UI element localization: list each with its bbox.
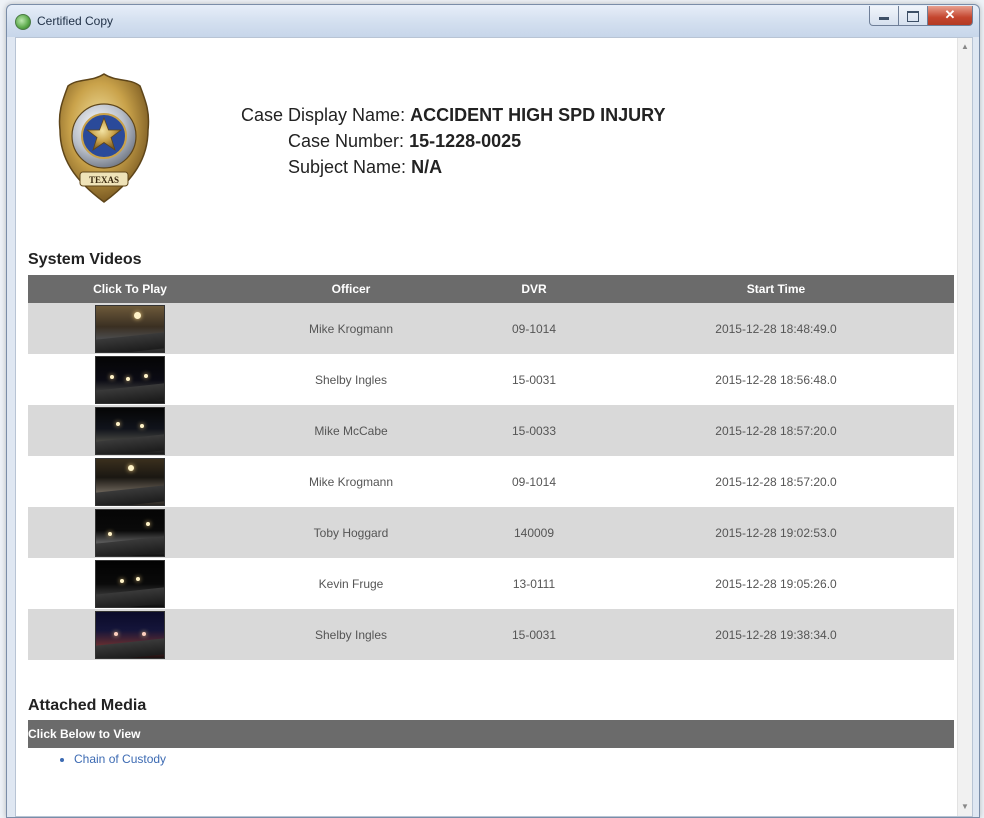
dvr-cell: 09-1014 (470, 456, 598, 507)
case-display-name-value: ACCIDENT HIGH SPD INJURY (410, 105, 666, 125)
document-content: TEXAS Case Display Name: ACCIDENT HIGH S… (15, 37, 973, 817)
table-row: Mike McCabe 15-0033 2015-12-28 18:57:20.… (28, 405, 954, 456)
maximize-button[interactable] (899, 6, 928, 26)
video-thumbnail-cell[interactable] (28, 405, 232, 456)
dvr-cell: 09-1014 (470, 303, 598, 354)
vertical-scrollbar[interactable]: ▲ ▼ (957, 38, 972, 816)
table-row: Kevin Fruge 13-0111 2015-12-28 19:05:26.… (28, 558, 954, 609)
dvr-cell: 13-0111 (470, 558, 598, 609)
list-item: Chain of Custody (74, 752, 166, 766)
table-row: Toby Hoggard 140009 2015-12-28 19:02:53.… (28, 507, 954, 558)
start-time-cell: 2015-12-28 19:38:34.0 (598, 609, 954, 660)
video-thumbnail[interactable] (95, 355, 165, 404)
column-header-officer: Officer (232, 275, 470, 303)
video-thumbnail-cell[interactable] (28, 507, 232, 558)
officer-cell: Shelby Ingles (232, 354, 470, 405)
officer-cell: Kevin Fruge (232, 558, 470, 609)
dvr-cell: 15-0031 (470, 609, 598, 660)
column-header-start-time: Start Time (598, 275, 954, 303)
video-thumbnail[interactable] (95, 304, 165, 353)
certified-copy-window: Certified Copy ✕ TEXAS Case Display Name… (6, 4, 980, 818)
close-button[interactable] (928, 6, 973, 26)
title-bar[interactable]: Certified Copy (7, 5, 979, 37)
start-time-cell: 2015-12-28 18:56:48.0 (598, 354, 954, 405)
start-time-cell: 2015-12-28 19:05:26.0 (598, 558, 954, 609)
video-thumbnail-cell[interactable] (28, 609, 232, 660)
video-thumbnail-cell[interactable] (28, 558, 232, 609)
start-time-cell: 2015-12-28 18:57:20.0 (598, 405, 954, 456)
dvr-cell: 140009 (470, 507, 598, 558)
column-header-dvr: DVR (470, 275, 598, 303)
video-thumbnail[interactable] (95, 406, 165, 455)
start-time-cell: 2015-12-28 19:02:53.0 (598, 507, 954, 558)
window-title: Certified Copy (37, 14, 114, 28)
case-info: Case Display Name: ACCIDENT HIGH SPD INJ… (236, 102, 665, 180)
case-number-value: 15-1228-0025 (409, 131, 522, 151)
dvr-cell: 15-0033 (470, 405, 598, 456)
video-thumbnail[interactable] (95, 508, 165, 557)
dvr-cell: 15-0031 (470, 354, 598, 405)
app-icon (15, 14, 31, 30)
video-thumbnail[interactable] (95, 457, 165, 506)
system-videos-heading: System Videos (28, 251, 142, 268)
scroll-up-icon[interactable]: ▲ (958, 40, 972, 54)
officer-cell: Mike Krogmann (232, 303, 470, 354)
officer-cell: Mike Krogmann (232, 456, 470, 507)
window-controls (869, 6, 973, 26)
case-number-label: Case Number: (288, 131, 405, 151)
case-display-name-label: Case Display Name: (241, 105, 406, 125)
minimize-button[interactable] (869, 6, 899, 26)
video-thumbnail[interactable] (95, 610, 165, 659)
subject-name-value: N/A (411, 157, 443, 177)
video-thumbnail-cell[interactable] (28, 456, 232, 507)
attached-media-heading: Attached Media (28, 697, 147, 714)
attached-media-bar: Click Below to View (28, 720, 954, 748)
video-thumbnail-cell[interactable] (28, 354, 232, 405)
chain-of-custody-link[interactable]: Chain of Custody (74, 752, 166, 766)
start-time-cell: 2015-12-28 18:48:49.0 (598, 303, 954, 354)
system-videos-table: Click To Play Officer DVR Start Time Mik… (28, 275, 954, 660)
table-header-row: Click To Play Officer DVR Start Time (28, 275, 954, 303)
table-row: Shelby Ingles 15-0031 2015-12-28 18:56:4… (28, 354, 954, 405)
table-row: Shelby Ingles 15-0031 2015-12-28 19:38:3… (28, 609, 954, 660)
video-thumbnail-cell[interactable] (28, 303, 232, 354)
officer-cell: Mike McCabe (232, 405, 470, 456)
subject-name-label: Subject Name: (288, 157, 407, 177)
start-time-cell: 2015-12-28 18:57:20.0 (598, 456, 954, 507)
scroll-down-icon[interactable]: ▼ (958, 800, 972, 814)
officer-cell: Toby Hoggard (232, 507, 470, 558)
case-number-line: Case Number: 15-1228-0025 (236, 128, 665, 154)
column-header-click-to-play: Click To Play (28, 275, 232, 303)
case-display-name-line: Case Display Name: ACCIDENT HIGH SPD INJ… (236, 102, 665, 128)
police-badge-icon: TEXAS (58, 73, 150, 203)
attached-media-list: Chain of Custody (74, 752, 166, 766)
badge-state-text: TEXAS (89, 175, 119, 185)
table-row: Mike Krogmann 09-1014 2015-12-28 18:57:2… (28, 456, 954, 507)
video-thumbnail[interactable] (95, 559, 165, 608)
table-row: Mike Krogmann 09-1014 2015-12-28 18:48:4… (28, 303, 954, 354)
subject-name-line: Subject Name: N/A (236, 154, 665, 180)
officer-cell: Shelby Ingles (232, 609, 470, 660)
